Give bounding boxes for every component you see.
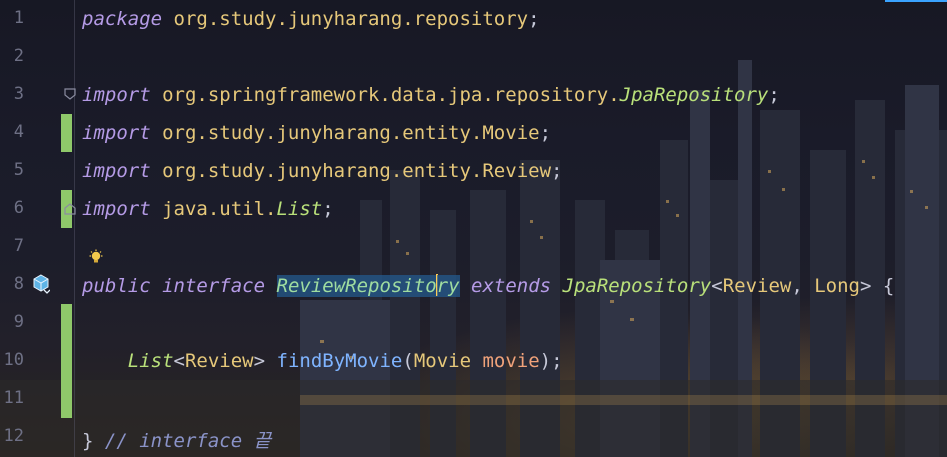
code-token: Movie	[413, 350, 472, 372]
code-line[interactable]: 10 List<Review> findByMovie(Movie movie)…	[0, 343, 947, 381]
code-line[interactable]: 2	[0, 39, 947, 77]
code-text[interactable]: public interface ReviewRepository extend…	[82, 274, 894, 297]
code-line[interactable]: 11	[0, 381, 947, 419]
fold-icon[interactable]	[64, 203, 76, 215]
code-token: findByMovie	[276, 350, 403, 372]
line-number: 1	[13, 8, 24, 28]
code-line[interactable]: 9	[0, 305, 947, 343]
code-token: ReviewReposito	[276, 275, 437, 297]
code-line[interactable]: 6 import java.util.List;	[0, 191, 947, 229]
code-token: java.util.	[150, 198, 277, 220]
code-token: List	[276, 198, 323, 220]
scroll-indicator	[885, 0, 947, 2]
code-token: public	[82, 275, 151, 297]
code-token: );	[539, 350, 563, 372]
code-text[interactable]: import java.util.List;	[82, 198, 334, 220]
code-token: >	[253, 350, 277, 372]
code-line[interactable]: 3 import org.springframework.data.jpa.rep…	[0, 77, 947, 115]
code-token: ;	[539, 122, 552, 144]
implemented-interface-icon[interactable]	[32, 274, 50, 294]
line-number: 9	[13, 312, 24, 332]
line-number: 7	[13, 236, 24, 256]
code-token: ;	[528, 8, 540, 30]
code-token: Long	[814, 275, 860, 297]
code-token: interface	[162, 275, 266, 297]
code-token: ;	[551, 160, 563, 182]
code-text[interactable]: import org.springframework.data.jpa.repo…	[82, 84, 780, 106]
code-line[interactable]: 1 package org.study.junyharang.repository…	[0, 1, 947, 39]
code-token: List	[127, 350, 174, 372]
code-line[interactable]: 5 import org.study.junyharang.entity.Revi…	[0, 153, 947, 191]
code-token: package	[82, 8, 163, 30]
code-token: JpaRepository	[619, 84, 769, 106]
code-token: import	[82, 160, 151, 182]
code-line[interactable]: 7	[0, 229, 947, 267]
code-token: org.study.junyharang.entity.Review	[150, 160, 552, 182]
code-token: ,	[791, 275, 815, 297]
code-token: <	[173, 350, 185, 372]
lightbulb-icon[interactable]	[88, 249, 104, 265]
code-token: org.study.junyharang.entity.Movie	[150, 122, 540, 144]
code-token: import	[82, 198, 151, 220]
code-text[interactable]: } // interface 끝	[82, 426, 271, 453]
code-token: (	[402, 350, 414, 372]
line-number: 8	[13, 274, 24, 294]
code-token: org.springframework.data.jpa.repository.	[150, 84, 620, 106]
code-token: > {	[860, 275, 895, 297]
code-token: Review	[722, 275, 792, 297]
code-token: ;	[322, 198, 334, 220]
line-number: 6	[13, 198, 24, 218]
code-token: Review	[184, 350, 254, 372]
code-token: // interface 끝	[104, 430, 272, 452]
code-token: <	[711, 275, 723, 297]
line-number: 2	[13, 46, 24, 66]
code-line[interactable]: 8 public interface ReviewRepository exten…	[0, 267, 947, 305]
line-number: 12	[3, 426, 24, 446]
line-number: 4	[13, 122, 24, 142]
code-token: }	[82, 430, 105, 452]
code-token: extends	[471, 275, 552, 297]
code-text[interactable]: package org.study.junyharang.repository;	[82, 8, 540, 30]
code-token: ry	[436, 275, 460, 297]
code-token: org.study.junyharang.repository	[162, 8, 529, 30]
fold-icon[interactable]	[64, 88, 76, 100]
code-editor[interactable]: 1 package org.study.junyharang.repository…	[0, 0, 947, 457]
line-number: 11	[3, 388, 24, 408]
code-text[interactable]: List<Review> findByMovie(Movie movie);	[82, 350, 563, 372]
code-text[interactable]: import org.study.junyharang.entity.Revie…	[82, 160, 562, 182]
code-token: import	[82, 84, 151, 106]
code-line[interactable]: 12} // interface 끝	[0, 419, 947, 457]
code-text[interactable]: import org.study.junyharang.entity.Movie…	[82, 122, 551, 144]
line-number: 3	[13, 84, 24, 104]
line-number: 10	[3, 350, 24, 370]
code-token: JpaRepository	[562, 275, 712, 297]
code-token: movie	[482, 350, 540, 372]
line-number: 5	[13, 160, 24, 180]
code-line[interactable]: 4 import org.study.junyharang.entity.Movi…	[0, 115, 947, 153]
code-token: ;	[768, 84, 780, 106]
code-token: import	[82, 122, 151, 144]
